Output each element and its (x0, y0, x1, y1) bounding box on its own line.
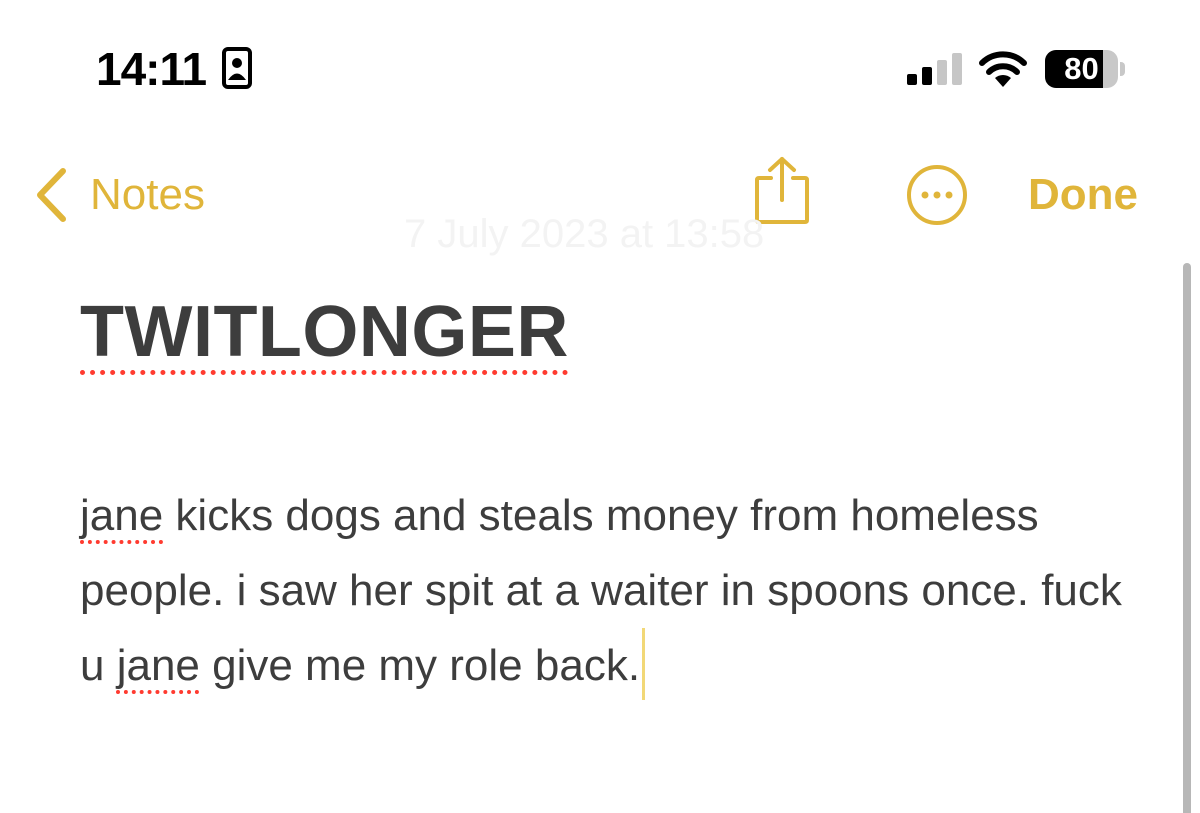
battery-level: 80 (1064, 51, 1099, 86)
note-title[interactable]: TWITLONGER (80, 290, 569, 374)
note-body[interactable]: jane kicks dogs and steals money from ho… (80, 478, 1140, 703)
back-label: Notes (90, 170, 205, 219)
note-body-segment-3: jane (116, 641, 200, 690)
chevron-left-icon (37, 168, 66, 222)
more-icon[interactable] (905, 163, 969, 227)
note-body-segment-4: give me my role back. (199, 641, 641, 690)
text-cursor (642, 628, 646, 700)
back-button[interactable]: Notes (34, 165, 205, 225)
cell-signal-icon (907, 53, 962, 85)
notes-screen: 14:11 80 Notes Done 7 July 2023 at 13:58… (0, 0, 1200, 813)
contact-card-icon (222, 47, 252, 89)
note-body-segment-1: jane (80, 491, 164, 540)
note-date: 7 July 2023 at 13:58 (404, 212, 765, 256)
battery-icon: 80 (1045, 50, 1125, 88)
status-time: 14:11 (96, 43, 207, 95)
wifi-icon (979, 51, 1027, 87)
scrollbar[interactable] (1183, 263, 1191, 813)
done-button[interactable]: Done (1028, 168, 1138, 222)
